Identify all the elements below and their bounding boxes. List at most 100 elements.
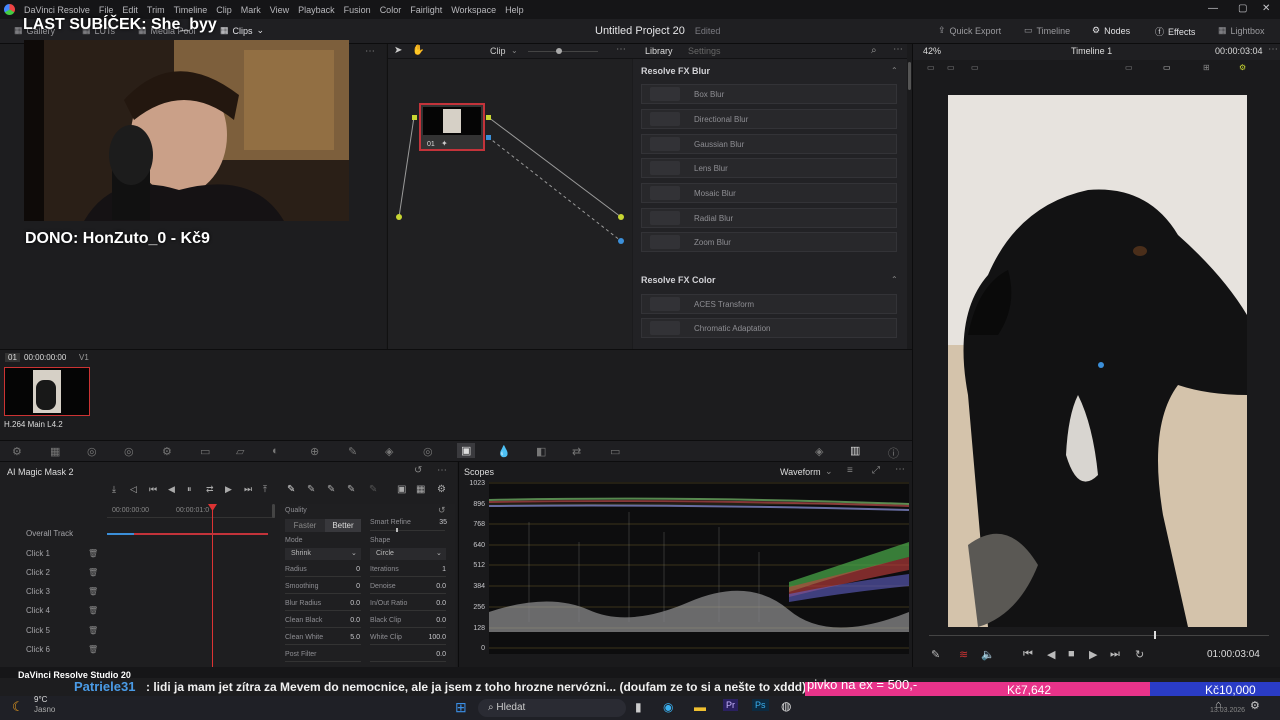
viewer-mode-icon[interactable]: ▭ (1125, 63, 1133, 72)
qualifier-icon[interactable]: ⊕ (310, 445, 319, 458)
category-blur[interactable]: Resolve FX Blur (641, 66, 710, 76)
param-slider[interactable] (370, 610, 446, 611)
search-icon[interactable]: ⌕ (871, 45, 877, 56)
menu-workspace[interactable]: Workspace (451, 5, 496, 15)
param-slider[interactable] (370, 644, 446, 645)
zoom-level[interactable]: 42% (923, 46, 941, 56)
more-options-icon[interactable]: ⋯ (616, 44, 626, 55)
node-mode-select[interactable]: Clip (490, 46, 506, 56)
menu-help[interactable]: Help (505, 5, 524, 15)
more-options-icon[interactable]: ⋯ (1268, 44, 1278, 55)
subtract-stroke-icon[interactable]: ✎ (307, 484, 315, 495)
effect-directional-blur[interactable]: Directional Blur (641, 109, 897, 129)
eyedropper-icon[interactable]: ✎ (931, 648, 940, 661)
add-stroke-icon[interactable]: ✎ (287, 484, 295, 495)
param-value[interactable]: 0.0 (415, 617, 446, 624)
keyframes-icon[interactable]: ◈ (815, 445, 823, 458)
curves-icon[interactable]: ▱ (236, 445, 244, 458)
category-color[interactable]: Resolve FX Color (641, 275, 716, 285)
skip-start-icon[interactable]: ⏮ (149, 484, 157, 495)
effect-box-blur[interactable]: Box Blur (641, 84, 897, 104)
info-icon[interactable]: ⓘ (888, 445, 899, 461)
settings-icon[interactable]: ⚙ (437, 484, 446, 495)
track-click-1[interactable]: Click 1 🗑 (0, 544, 276, 563)
param-value[interactable]: 0.0 (415, 600, 446, 607)
track-reverse-icon[interactable]: ⤓ (112, 484, 116, 495)
play-icon[interactable]: ▶ (225, 484, 232, 495)
track-scrollbar[interactable] (272, 504, 275, 518)
param-slider[interactable] (370, 627, 446, 628)
effect-chromatic-adaptation[interactable]: Chromatic Adaptation (641, 318, 897, 338)
quality-better-button[interactable]: Better (325, 519, 361, 532)
weather-icon[interactable]: ☾ (12, 699, 24, 715)
hdr-icon[interactable]: ◎ (124, 445, 134, 458)
param-value[interactable]: 1 (415, 566, 446, 573)
effects-button[interactable]: ⓕ Effects (1155, 25, 1195, 38)
param-value[interactable]: 0 (330, 566, 360, 573)
stop-icon[interactable]: ■ (1068, 648, 1075, 660)
menu-timeline[interactable]: Timeline (174, 5, 208, 15)
maximize-icon[interactable]: ▢ (1238, 3, 1247, 14)
mask-timeline-ruler[interactable]: 00:00:00:00 00:00:01:0 (107, 504, 275, 518)
color-match-icon[interactable]: ▦ (50, 445, 60, 458)
effect-zoom-blur[interactable]: Zoom Blur (641, 232, 897, 252)
shape-dropdown[interactable]: Circle ⌄ (370, 548, 446, 560)
track-click-2[interactable]: Click 2 🗑 (0, 563, 276, 582)
effect-aces-transform[interactable]: ACES Transform (641, 294, 897, 314)
more-options-icon[interactable]: ⋯ (437, 465, 447, 476)
param-slider[interactable] (285, 644, 361, 645)
trash-icon[interactable]: 🗑 (88, 626, 98, 635)
sizing-icon[interactable]: ⇄ (572, 445, 581, 458)
node-output-port[interactable] (486, 115, 491, 120)
menu-trim[interactable]: Trim (147, 5, 165, 15)
param-slider[interactable] (285, 610, 361, 611)
scope-type-select[interactable]: Waveform (780, 467, 821, 477)
pointer-icon[interactable]: ➤ (394, 45, 402, 56)
trash-icon[interactable]: 🗑 (88, 645, 98, 654)
smart-refine-value[interactable]: 35 (420, 519, 447, 526)
clip-thumbnail[interactable] (4, 367, 90, 416)
motion-effects-icon[interactable]: ▭ (200, 445, 210, 458)
rgb-mixer-icon[interactable]: ⚙ (162, 445, 172, 458)
menu-fairlight[interactable]: Fairlight (410, 5, 442, 15)
param-slider[interactable] (370, 576, 446, 577)
camera-raw-icon[interactable]: ⚙ (12, 445, 22, 458)
blur-icon[interactable]: 💧 (497, 445, 511, 458)
param-slider[interactable] (285, 627, 361, 628)
node-alpha-port[interactable] (486, 135, 491, 140)
highlight-icon[interactable]: ⚙ (1239, 63, 1246, 72)
zoom-slider[interactable] (528, 51, 598, 52)
track-forward-icon[interactable]: ⤒ (263, 484, 267, 495)
menu-mark[interactable]: Mark (241, 5, 261, 15)
trash-icon[interactable]: 🗑 (88, 587, 98, 596)
subtract-point-icon[interactable]: ✎ (347, 484, 355, 495)
param-value[interactable]: 0.0 (330, 617, 360, 624)
expand-icon[interactable]: ⤢ (872, 465, 880, 476)
quality-faster-button[interactable]: Faster (285, 519, 325, 532)
mode-dropdown[interactable]: Shrink ⌄ (285, 548, 361, 560)
scrubber-playhead[interactable] (1154, 631, 1156, 639)
close-icon[interactable]: ✕ (1262, 3, 1270, 14)
timeline-button[interactable]: ▭ Timeline (1024, 25, 1070, 36)
reset-icon[interactable]: ↺ (414, 465, 422, 476)
loop-icon[interactable]: ↻ (1135, 648, 1144, 661)
3d-icon[interactable]: ▭ (610, 445, 620, 458)
color-wheels-icon[interactable]: ◎ (87, 445, 97, 458)
param-slider[interactable] (285, 661, 361, 662)
add-point-icon[interactable]: ✎ (327, 484, 335, 495)
param-slider[interactable] (370, 593, 446, 594)
tab-settings[interactable]: Settings (688, 46, 721, 56)
effect-mosaic-blur[interactable]: Mosaic Blur (641, 183, 897, 203)
layout-icon[interactable]: ▭ (947, 63, 955, 72)
effect-lens-blur[interactable]: Lens Blur (641, 158, 897, 178)
menu-file[interactable]: File (99, 5, 114, 15)
zoom-slider-handle[interactable] (556, 48, 562, 54)
overlay-icon[interactable]: ▦ (416, 484, 425, 495)
reset-icon[interactable]: ↺ (438, 505, 446, 516)
key-icon[interactable]: ◧ (536, 445, 546, 458)
more-options-icon[interactable]: ⋯ (893, 44, 903, 55)
track-back-frame-icon[interactable]: ◁ (130, 484, 137, 495)
param-slider[interactable] (285, 593, 361, 594)
trash-icon[interactable]: 🗑 (88, 549, 98, 558)
display-icon[interactable]: ▭ (1163, 63, 1171, 72)
